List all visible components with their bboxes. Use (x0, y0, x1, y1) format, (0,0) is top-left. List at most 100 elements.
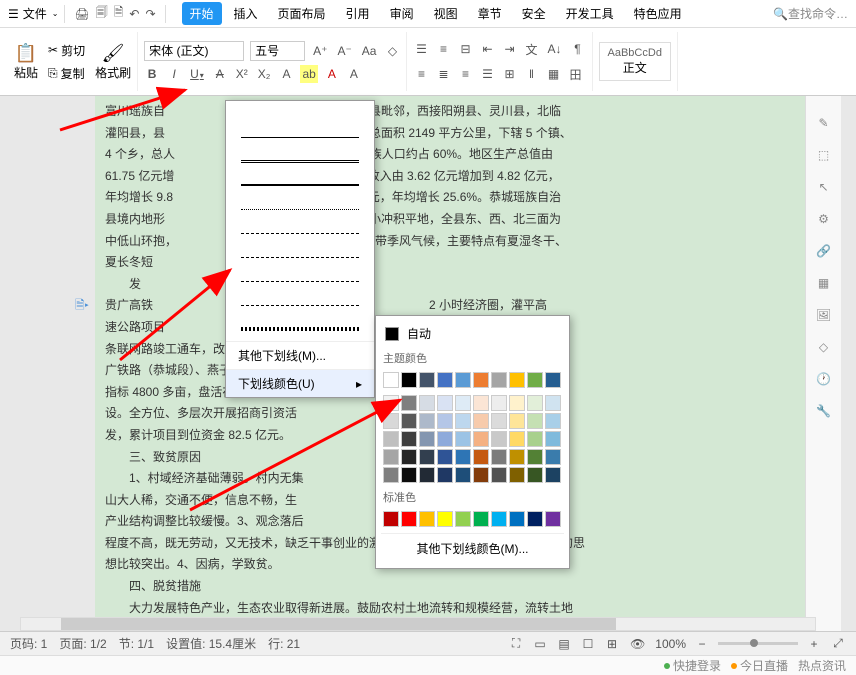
zoom-level[interactable]: 100% (655, 637, 686, 651)
cursor-icon[interactable]: ↖ (818, 180, 828, 194)
fit-page-icon[interactable]: ⤢ (830, 634, 846, 653)
color-swatch[interactable] (545, 449, 561, 465)
color-swatch[interactable] (509, 467, 525, 483)
link-icon[interactable]: 🔗 (816, 244, 831, 258)
hamburger-icon[interactable]: ☰ (8, 7, 19, 21)
color-swatch[interactable] (401, 413, 417, 429)
color-swatch[interactable] (401, 511, 417, 527)
color-swatch[interactable] (383, 395, 399, 411)
color-swatch[interactable] (419, 372, 435, 388)
tab-insert[interactable]: 插入 (226, 2, 266, 25)
horizontal-scrollbar[interactable] (20, 617, 816, 631)
color-swatch[interactable] (491, 413, 507, 429)
color-swatch[interactable] (437, 511, 453, 527)
tab-view[interactable]: 视图 (426, 2, 466, 25)
save-icon[interactable]: 🖨 (74, 7, 89, 21)
color-swatch[interactable] (437, 372, 453, 388)
color-swatch[interactable] (545, 372, 561, 388)
cut-button[interactable]: ✂ 剪切 (44, 40, 89, 61)
superscript-button[interactable]: X² (234, 65, 250, 83)
color-swatch[interactable] (383, 431, 399, 447)
underline-double[interactable] (226, 149, 374, 173)
color-swatch[interactable] (509, 431, 525, 447)
status-section[interactable]: 节: 1/1 (119, 635, 154, 652)
zoom-thumb[interactable] (750, 639, 758, 647)
underline-single[interactable] (226, 125, 374, 149)
color-auto-button[interactable]: 自动 (381, 321, 564, 346)
scrollbar-thumb[interactable] (61, 618, 617, 630)
distribute-button[interactable]: ⊞ (501, 65, 517, 83)
color-swatch[interactable] (527, 372, 543, 388)
reading-view-icon[interactable]: ▭ (532, 635, 548, 653)
status-page[interactable]: 页面: 1/2 (59, 635, 106, 652)
color-swatch[interactable] (509, 372, 525, 388)
color-swatch[interactable] (473, 395, 489, 411)
color-swatch[interactable] (491, 449, 507, 465)
color-swatch[interactable] (545, 395, 561, 411)
strikethrough-button[interactable]: A (212, 65, 228, 83)
color-swatch[interactable] (545, 413, 561, 429)
color-swatch[interactable] (437, 413, 453, 429)
image-icon[interactable]: 🖼 (816, 308, 831, 322)
sort-button[interactable]: A↓ (546, 40, 564, 58)
color-swatch[interactable] (401, 467, 417, 483)
align-center-button[interactable]: ≣ (435, 65, 451, 83)
bullets-button[interactable]: ☰ (413, 40, 429, 58)
clear-format-button[interactable]: ◇ (384, 42, 400, 60)
color-swatch[interactable] (491, 372, 507, 388)
decrease-indent-button[interactable]: ⇤ (479, 40, 495, 58)
color-swatch[interactable] (455, 413, 471, 429)
underline-dash-long[interactable] (226, 269, 374, 293)
color-swatch[interactable] (473, 467, 489, 483)
underline-wave[interactable] (226, 317, 374, 341)
highlight-button[interactable]: ab (300, 65, 317, 83)
print-layout-icon[interactable]: ▤ (556, 635, 572, 653)
file-menu[interactable]: 文件 (23, 5, 47, 22)
search-box[interactable]: 🔍 查找命令… (773, 5, 848, 22)
color-swatch[interactable] (491, 431, 507, 447)
font-name-select[interactable] (144, 41, 244, 61)
color-swatch[interactable] (527, 413, 543, 429)
font-size-select[interactable] (250, 41, 305, 61)
undo-icon[interactable]: ↶ (129, 7, 139, 21)
print-icon[interactable]: 🗐 (96, 3, 108, 24)
more-colors-button[interactable]: 其他下划线颜色(M)... (381, 533, 564, 563)
color-swatch[interactable] (419, 449, 435, 465)
tab-security[interactable]: 安全 (514, 2, 554, 25)
style-normal[interactable]: AaBbCcDd 正文 (599, 42, 671, 81)
color-swatch[interactable] (455, 372, 471, 388)
color-swatch[interactable] (473, 431, 489, 447)
font-color-button[interactable]: A (324, 65, 340, 83)
color-swatch[interactable] (545, 511, 561, 527)
color-swatch[interactable] (527, 431, 543, 447)
color-swatch[interactable] (491, 511, 507, 527)
file-dropdown-arrow[interactable]: ⌄ (52, 9, 59, 18)
align-right-button[interactable]: ≡ (457, 65, 473, 83)
align-justify-button[interactable]: ☰ (479, 65, 495, 83)
status-line[interactable]: 行: 21 (268, 635, 300, 652)
color-swatch[interactable] (419, 511, 435, 527)
color-swatch[interactable] (401, 431, 417, 447)
increase-indent-button[interactable]: ⇥ (501, 40, 517, 58)
underline-none[interactable] (226, 101, 374, 125)
zoom-slider[interactable] (718, 642, 798, 645)
color-swatch[interactable] (527, 395, 543, 411)
underline-dash[interactable] (226, 245, 374, 269)
tab-developer[interactable]: 开发工具 (558, 2, 622, 25)
tab-review[interactable]: 审阅 (382, 2, 422, 25)
pencil-icon[interactable]: ✎ (818, 116, 828, 130)
tab-special[interactable]: 特色应用 (626, 2, 690, 25)
zoom-in-button[interactable]: + (806, 635, 822, 653)
settings-icon[interactable]: ⚙ (818, 212, 829, 226)
color-swatch[interactable] (473, 449, 489, 465)
change-case-button[interactable]: Aa (360, 42, 379, 60)
navigation-icon[interactable]: 🗎▸ (75, 296, 89, 317)
color-swatch[interactable] (455, 449, 471, 465)
preview-icon[interactable]: 🗎 (114, 3, 124, 24)
color-swatch[interactable] (473, 413, 489, 429)
color-swatch[interactable] (437, 431, 453, 447)
color-swatch[interactable] (419, 395, 435, 411)
tab-layout[interactable]: 页面布局 (270, 2, 334, 25)
show-marks-button[interactable]: ¶ (570, 40, 586, 58)
color-swatch[interactable] (527, 467, 543, 483)
